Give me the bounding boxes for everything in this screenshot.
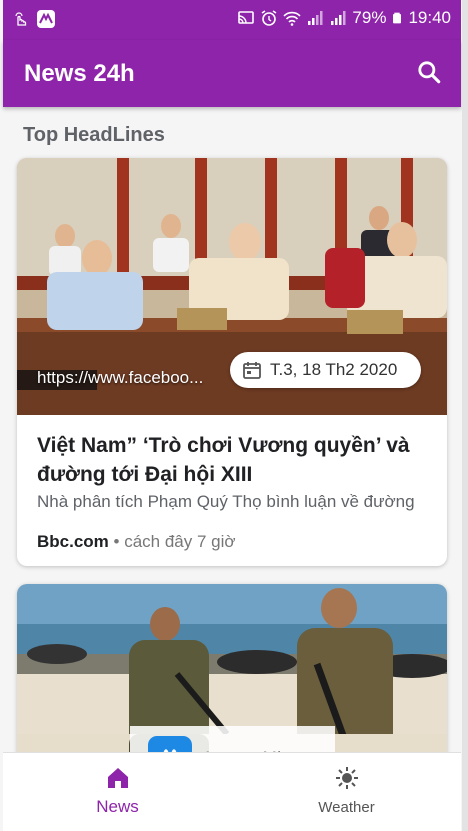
device-edge [462, 0, 468, 831]
battery-icon [393, 12, 402, 24]
calendar-icon [243, 362, 261, 379]
nav-weather-label: Weather [318, 799, 375, 816]
meta-separator: • [113, 532, 125, 551]
search-icon [418, 61, 441, 84]
app-title: News 24h [24, 60, 135, 87]
article-description: Nhà phân tích Phạm Quý Thọ bình luận về … [37, 492, 415, 511]
nav-weather[interactable]: Weather [232, 753, 461, 831]
wifi-icon [283, 11, 302, 26]
sun-icon [335, 767, 358, 789]
article-time-ago: cách đây 7 giờ [124, 532, 236, 551]
search-button[interactable] [411, 54, 447, 90]
article-meta: Bbc.com • cách đây 7 giờ [37, 532, 236, 552]
image-source-url: https://www.faceboo... [37, 368, 204, 387]
home-icon [107, 768, 128, 788]
signal-icon [308, 11, 323, 25]
article-source: Bbc.com [37, 532, 109, 551]
battery-percent: 79% [352, 8, 387, 27]
app-bar: News 24h [3, 40, 461, 107]
signal-icon [331, 11, 346, 25]
article-date: T.3, 18 Th2 2020 [270, 360, 398, 379]
nav-news-label: News [96, 797, 139, 816]
apowermirror-icon [37, 10, 55, 28]
section-title: Top HeadLines [23, 124, 165, 146]
hand-touch-icon [11, 10, 29, 28]
status-bar: 79% 19:40 [3, 0, 461, 40]
app-screen: 79% 19:40 News 24h Top HeadLines https:/… [0, 0, 468, 831]
clock: 19:40 [408, 8, 451, 27]
article-card[interactable]: https://www.faceboo... T.3, 18 Th2 2020 … [17, 158, 447, 566]
article-image: https://www.faceboo... T.3, 18 Th2 2020 [17, 158, 447, 415]
date-chip: T.3, 18 Th2 2020 [230, 352, 421, 388]
article-title[interactable]: Việt Nam” ‘Trò chơi Vương quyền’ và đườn… [37, 431, 432, 489]
alarm-icon [261, 10, 277, 26]
bottom-navigation: News Weather [3, 752, 461, 831]
cast-icon [238, 11, 255, 24]
nav-news[interactable]: News [3, 753, 232, 831]
